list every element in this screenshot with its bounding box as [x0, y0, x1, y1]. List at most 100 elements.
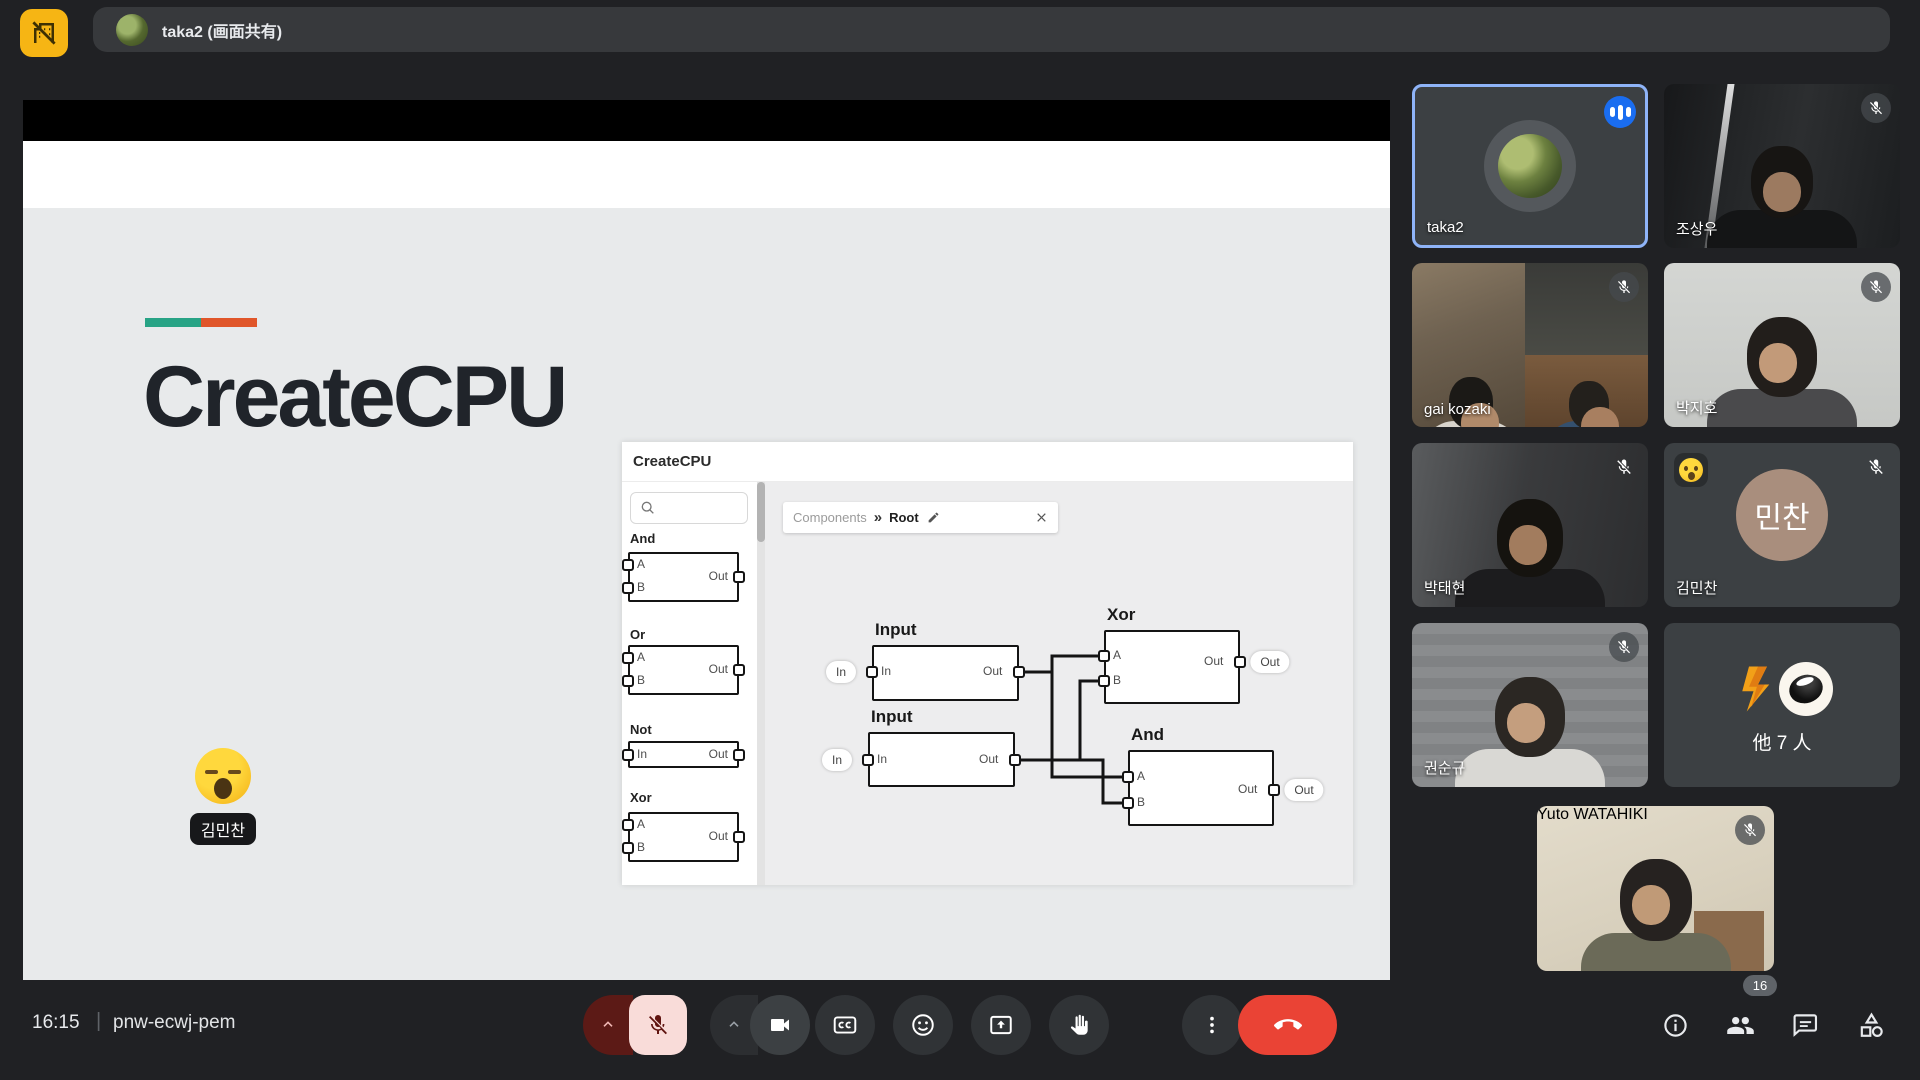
port-label: A: [637, 557, 645, 571]
search-input[interactable]: [630, 492, 748, 524]
captions-icon: [832, 1012, 858, 1038]
io-pill: Out: [1284, 779, 1323, 801]
participant-video: [1509, 381, 1648, 427]
node-label: Input: [871, 707, 913, 727]
people-panel-button[interactable]: [1720, 1005, 1760, 1045]
search-icon: [640, 500, 656, 516]
shapes-icon: [1857, 1011, 1886, 1040]
participant-tile-parkjiho[interactable]: 박지호: [1664, 263, 1900, 427]
port[interactable]: [1013, 666, 1025, 678]
port[interactable]: [862, 754, 874, 766]
minchan-avatar: 민찬: [1736, 469, 1828, 561]
port-label: B: [637, 673, 645, 687]
mic-mute-button[interactable]: [629, 995, 687, 1055]
present-icon: [988, 1012, 1014, 1038]
edit-icon[interactable]: [927, 511, 940, 524]
participant-tile-others[interactable]: 他 7 人: [1664, 623, 1900, 787]
port[interactable]: [1009, 754, 1021, 766]
port[interactable]: [1122, 797, 1134, 809]
port[interactable]: [1234, 656, 1246, 668]
stone-logo-avatar: [1779, 662, 1833, 716]
participant-tile-kwonsungyu[interactable]: 권순규: [1412, 623, 1648, 787]
participant-tile-gai-kozaki[interactable]: gai kozaki: [1412, 263, 1648, 427]
presentation-off-button[interactable]: [20, 9, 68, 57]
participant-name: Yuto WATAHIKI: [1537, 806, 1648, 823]
participant-tile-yuto[interactable]: Yuto WATAHIKI: [1537, 806, 1774, 971]
mic-off-badge: [1609, 452, 1639, 482]
participant-tile-taka2[interactable]: taka2: [1412, 84, 1648, 248]
palette-gate-label: Xor: [630, 790, 652, 805]
port-label: Out: [1238, 782, 1257, 796]
port-label: In: [877, 752, 887, 766]
port-label: Out: [979, 752, 998, 766]
port: [622, 749, 634, 761]
port-label: A: [1113, 648, 1121, 662]
top-bar: taka2 (画面共有): [0, 0, 1920, 57]
port-label: A: [637, 817, 645, 831]
port[interactable]: [1098, 650, 1110, 662]
reaction-badge: [1674, 453, 1708, 487]
port: [622, 582, 634, 594]
participant-video: [1576, 859, 1736, 971]
participant-name: 조상우: [1676, 218, 1717, 239]
more-vertical-icon: [1201, 1014, 1223, 1036]
divider: |: [96, 1010, 101, 1033]
camera-button[interactable]: [750, 995, 810, 1055]
port-label: In: [881, 664, 891, 678]
mic-off-icon: [646, 1013, 670, 1037]
participant-name: taka2: [1427, 219, 1464, 236]
surprised-face-emoji: [1679, 458, 1703, 482]
port-label: Out: [709, 747, 728, 761]
port-label: B: [637, 840, 645, 854]
port-label: Out: [1204, 654, 1223, 668]
palette-scrollbar[interactable]: [757, 482, 765, 885]
port-label: B: [1113, 673, 1121, 687]
port: [622, 559, 634, 571]
raise-hand-button[interactable]: [1049, 995, 1109, 1055]
end-call-button[interactable]: [1238, 995, 1337, 1055]
chevron-up-icon: [600, 1017, 616, 1033]
mic-off-icon: [1742, 822, 1758, 838]
reactions-button[interactable]: [893, 995, 953, 1055]
io-pill: Out: [1250, 651, 1289, 673]
presentation-slide: CreateCPU 김민찬 CreateCPU AndABOutOrABOutN…: [23, 208, 1390, 980]
meeting-code: pnw-ecwj-pem: [113, 1012, 235, 1034]
captions-button[interactable]: [815, 995, 875, 1055]
chat-icon: [1792, 1012, 1819, 1039]
chat-panel-button[interactable]: [1785, 1005, 1825, 1045]
chevron-double-icon: »: [874, 509, 882, 526]
shared-screen-title-pill: taka2 (画面共有): [93, 7, 1890, 52]
mic-options-button[interactable]: [583, 995, 633, 1055]
circuit-canvas[interactable]: InputInOutInputInOutXorABOutAndABOutInIn…: [765, 482, 1353, 885]
participant-tile-chosangwoo[interactable]: 조상우: [1664, 84, 1900, 248]
port[interactable]: [1268, 784, 1280, 796]
mic-off-icon: [1868, 100, 1884, 116]
mic-off-icon: [1616, 279, 1632, 295]
breadcrumb-components[interactable]: Components: [793, 510, 867, 525]
participant-tile-parktaehyun[interactable]: 박태현: [1412, 443, 1648, 607]
port[interactable]: [1122, 771, 1134, 783]
chevron-up-icon: [726, 1017, 742, 1033]
participant-tile-kimminchan[interactable]: 민찬 김민찬: [1664, 443, 1900, 607]
meeting-details-button[interactable]: [1655, 1005, 1695, 1045]
io-pill: In: [822, 749, 852, 771]
participant-video: [1702, 146, 1862, 248]
more-options-button[interactable]: [1182, 995, 1242, 1055]
close-icon[interactable]: [1035, 511, 1048, 524]
present-button[interactable]: [971, 995, 1031, 1055]
mic-off-badge: [1735, 815, 1765, 845]
activities-button[interactable]: [1851, 1005, 1891, 1045]
port[interactable]: [866, 666, 878, 678]
presenter-avatar: [116, 14, 148, 46]
port-label: In: [637, 747, 647, 761]
call-end-icon: [1274, 1011, 1302, 1039]
port[interactable]: [1098, 675, 1110, 687]
scrollbar-thumb[interactable]: [757, 482, 765, 542]
camera-control-group: [710, 995, 810, 1055]
app-title: CreateCPU: [633, 453, 711, 470]
app-header: CreateCPU: [622, 442, 1353, 482]
io-pill: In: [826, 661, 856, 683]
mic-off-icon: [1615, 458, 1633, 476]
participant-name: 박태현: [1424, 577, 1465, 598]
port-label: B: [637, 580, 645, 594]
